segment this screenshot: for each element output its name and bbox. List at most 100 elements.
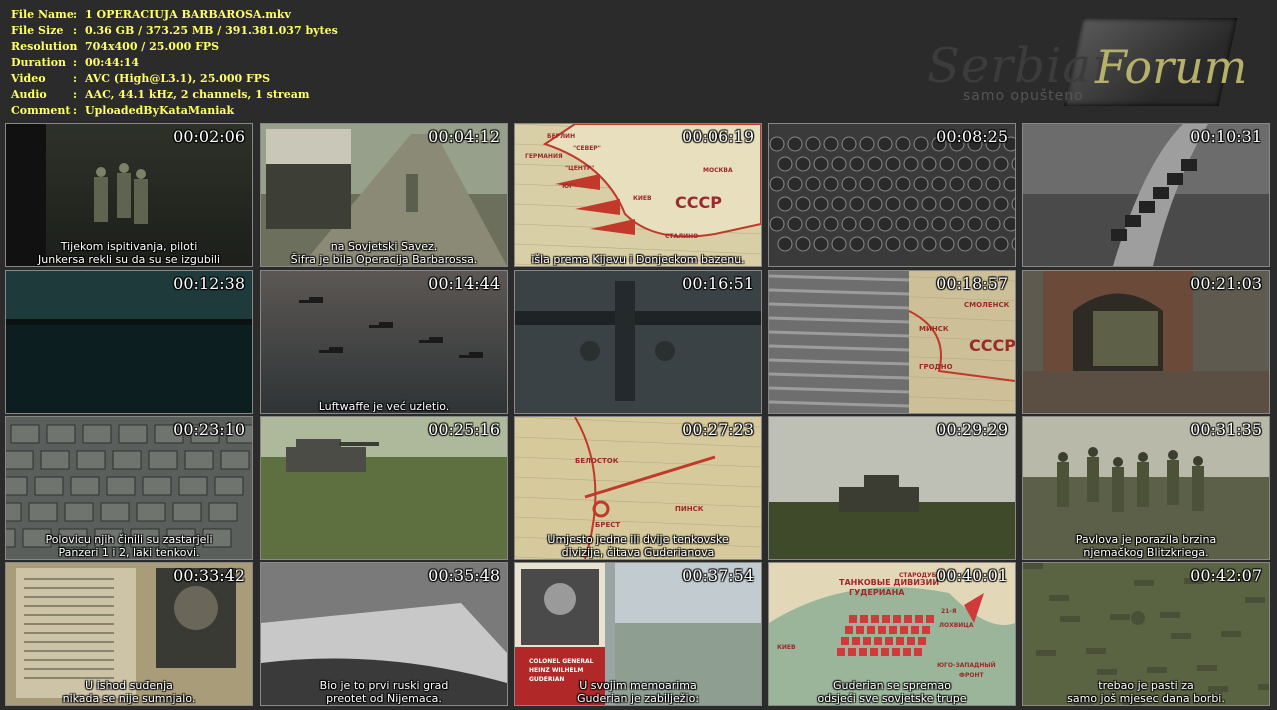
info-row: File Name:1 OPERACIUJA BARBAROSA.mkv — [11, 7, 338, 23]
video-thumbnail: 00:31:35 Pavlova je porazila brzina njemač… — [1022, 416, 1270, 560]
subtitle-line: Šifra je bila Operacija Barbarossa. — [290, 253, 478, 266]
video-thumbnail: БЕРЛИН ГЕРМАНИЯ "СЕВЕР" "ЦЕНТР" "ЮГ" МОСКВА КИ… — [514, 123, 762, 267]
thumbnail-subtitle: na Sovjetski Savez. Šifra je bila Operaci… — [261, 240, 507, 266]
svg-text:"ЦЕНТР": "ЦЕНТР" — [565, 165, 594, 172]
info-key: Comment — [11, 104, 71, 117]
info-separator: : — [73, 56, 78, 69]
svg-text:КИЕВ: КИЕВ — [777, 644, 796, 651]
svg-text:МИНСК: МИНСК — [919, 325, 949, 333]
file-info-panel: File Name:1 OPERACIUJA BARBAROSA.mkv File… — [11, 7, 338, 119]
svg-text:21-Я: 21-Я — [941, 608, 957, 615]
svg-text:ГЕРМАНИЯ: ГЕРМАНИЯ — [525, 153, 563, 160]
thumbnail-subtitle: išla prema Kijevu i Donjeckom bazenu. — [515, 253, 761, 266]
svg-text:ГУДЕРИАНА: ГУДЕРИАНА — [849, 588, 905, 597]
subtitle-line: nikada se nije sumnjalo. — [62, 692, 196, 705]
info-value: UploadedByKataManiak — [85, 104, 235, 117]
subtitle-line: Polovicu njih činili su zastarjeli — [45, 533, 213, 546]
svg-text:HEINZ WILHELM: HEINZ WILHELM — [529, 667, 583, 674]
info-value: AAC, 44.1 kHz, 2 channels, 1 stream — [85, 88, 310, 101]
subtitle-line: na Sovjetski Savez. — [330, 240, 438, 253]
thumbnail-subtitle: Guderian se spremao odsjeći sve sovjetske… — [769, 679, 1015, 705]
svg-text:СТАЛИНО: СТАЛИНО — [665, 233, 698, 240]
thumbnail-timestamp: 00:35:48 — [428, 566, 500, 585]
info-separator: : — [73, 24, 78, 37]
thumbnail-timestamp: 00:08:25 — [936, 127, 1008, 146]
svg-text:ЮГО-ЗАПАДНЫЙ: ЮГО-ЗАПАДНЫЙ — [937, 661, 996, 669]
subtitle-line: U svojim memoarima — [579, 679, 697, 692]
subtitle-line: Guderian se spremao — [833, 679, 951, 692]
video-thumbnail: 00:02:06 Tijekom ispitivanja, piloti Junke… — [5, 123, 253, 267]
info-value: 0.36 GB / 373.25 MB / 391.381.037 bytes — [85, 24, 338, 37]
thumbnail-subtitle: Polovicu njih činili su zastarjeli Panzer… — [6, 533, 252, 559]
info-row: File Size:0.36 GB / 373.25 MB / 391.381.… — [11, 23, 338, 39]
video-thumbnail: 00:29:29 — [768, 416, 1016, 560]
info-row: Video: AVC (High@L3.1), 25.000 FPS — [11, 71, 338, 87]
thumbnail-timestamp: 00:27:23 — [682, 420, 754, 439]
info-value: 00:44:14 — [85, 56, 140, 69]
svg-text:ЛОХВИЦА: ЛОХВИЦА — [939, 622, 974, 629]
thumbnail-subtitle: U svojim memoarima Guderian je zabilježio… — [515, 679, 761, 705]
info-value: 1 OPERACIUJA BARBAROSA.mkv — [85, 8, 291, 21]
thumbnail-timestamp: 00:25:16 — [428, 420, 500, 439]
subtitle-line: Guderian je zabilježio: — [576, 692, 700, 705]
info-separator: : — [73, 88, 78, 101]
video-thumbnail: 00:25:16 — [260, 416, 508, 560]
svg-text:"СЕВЕР": "СЕВЕР" — [573, 145, 601, 152]
thumbnail-timestamp: 00:42:07 — [1190, 566, 1262, 585]
thumbnail-subtitle: Luftwaffe je već uzletio. — [261, 400, 507, 413]
thumbnail-subtitle: Pavlova je porazila brzina njemačkog Blit… — [1023, 533, 1269, 559]
logo-forum-text: Forum — [1095, 40, 1248, 94]
thumbnail-timestamp: 00:37:54 — [682, 566, 754, 585]
info-key: Video — [11, 72, 46, 85]
info-row: Resolution:704x400 / 25.000 FPS — [11, 39, 338, 55]
svg-text:МОСКВА: МОСКВА — [703, 167, 733, 174]
subtitle-line: Luftwaffe je već uzletio. — [318, 400, 450, 413]
subtitle-line: išla prema Kijevu i Donjeckom bazenu. — [531, 253, 745, 266]
video-thumbnail: БЕЛОСТОК БРЕСТ ПИНСК 00:27:23 Umjesto jedne … — [514, 416, 762, 560]
info-key: Duration — [11, 56, 67, 69]
info-key: Audio — [11, 88, 47, 101]
thumbnail-timestamp: 00:04:12 — [428, 127, 500, 146]
info-row: Duration:00:44:14 — [11, 55, 338, 71]
video-thumbnail: 00:14:44 Luftwaffe je već uzletio. — [260, 270, 508, 414]
subtitle-line: njemačkog Blitzkriega. — [1083, 546, 1209, 559]
svg-text:ПИНСК: ПИНСК — [675, 505, 704, 513]
subtitle-line: Panzeri 1 i 2, laki tenkovi. — [58, 546, 200, 559]
svg-text:СТАРОДУБ: СТАРОДУБ — [899, 572, 937, 579]
info-value: 704x400 / 25.000 FPS — [85, 40, 220, 53]
video-thumbnail: 00:33:42 U ishod suđenja nikada se nije su… — [5, 562, 253, 706]
svg-text:СССР: СССР — [675, 193, 722, 212]
video-thumbnail: 00:16:51 — [514, 270, 762, 414]
video-thumbnail: 00:12:38 — [5, 270, 253, 414]
svg-text:БЕЛОСТОК: БЕЛОСТОК — [575, 457, 619, 465]
svg-text:СССР: СССР — [969, 336, 1015, 355]
info-value: AVC (High@L3.1), 25.000 FPS — [85, 72, 271, 85]
thumbnail-timestamp: 00:14:44 — [428, 274, 500, 293]
subtitle-line: Umjesto jedne ili dvije tenkovske — [547, 533, 729, 546]
info-row: Comment: UploadedByKataManiak — [11, 103, 338, 119]
svg-text:COLONEL GENERAL: COLONEL GENERAL — [529, 658, 594, 665]
video-thumbnail: 00:21:03 — [1022, 270, 1270, 414]
subtitle-line: Pavlova je porazila brzina — [1075, 533, 1217, 546]
subtitle-line: preotet od Nijemaca. — [326, 692, 442, 705]
video-thumbnail: ТАНКОВЫЕ ДИВИЗИИ ГУДЕРИАНА КИЕВ ЛОХВИЦА ЮГО-… — [768, 562, 1016, 706]
info-key: File Name — [11, 8, 74, 21]
info-key: Resolution — [11, 40, 78, 53]
thumbnail-timestamp: 00:23:10 — [173, 420, 245, 439]
svg-text:БЕРЛИН: БЕРЛИН — [547, 133, 575, 140]
subtitle-line: samo još mjesec dana borbi. — [1067, 692, 1225, 705]
info-row: Audio: AAC, 44.1 kHz, 2 channels, 1 strea… — [11, 87, 338, 103]
subtitle-line: Bio je to prvi ruski grad — [319, 679, 449, 692]
svg-text:"ЮГ": "ЮГ" — [559, 183, 576, 190]
video-thumbnail: 00:23:10 Polovicu njih činili su zastarje… — [5, 416, 253, 560]
info-separator: : — [73, 8, 78, 21]
subtitle-line: divizije, čitava Guderianova — [561, 546, 715, 559]
video-thumbnail: СМОЛЕНСК МИНСК ГРОДНО СССР 00:18:57 — [768, 270, 1016, 414]
thumbnail-timestamp: 00:06:19 — [682, 127, 754, 146]
thumbnail-subtitle: Tijekom ispitivanja, piloti Junkersa rekl… — [6, 240, 252, 266]
svg-text:ТАНКОВЫЕ ДИВИЗИИ: ТАНКОВЫЕ ДИВИЗИИ — [839, 578, 939, 587]
subtitle-line: trebao je pasti za — [1098, 679, 1194, 692]
video-thumbnail: 00:42:07 trebao je pasti za samo još mjese… — [1022, 562, 1270, 706]
subtitle-line: Tijekom ispitivanja, piloti — [60, 240, 198, 253]
thumbnail-subtitle: Bio je to prvi ruski grad preotet od Nije… — [261, 679, 507, 705]
